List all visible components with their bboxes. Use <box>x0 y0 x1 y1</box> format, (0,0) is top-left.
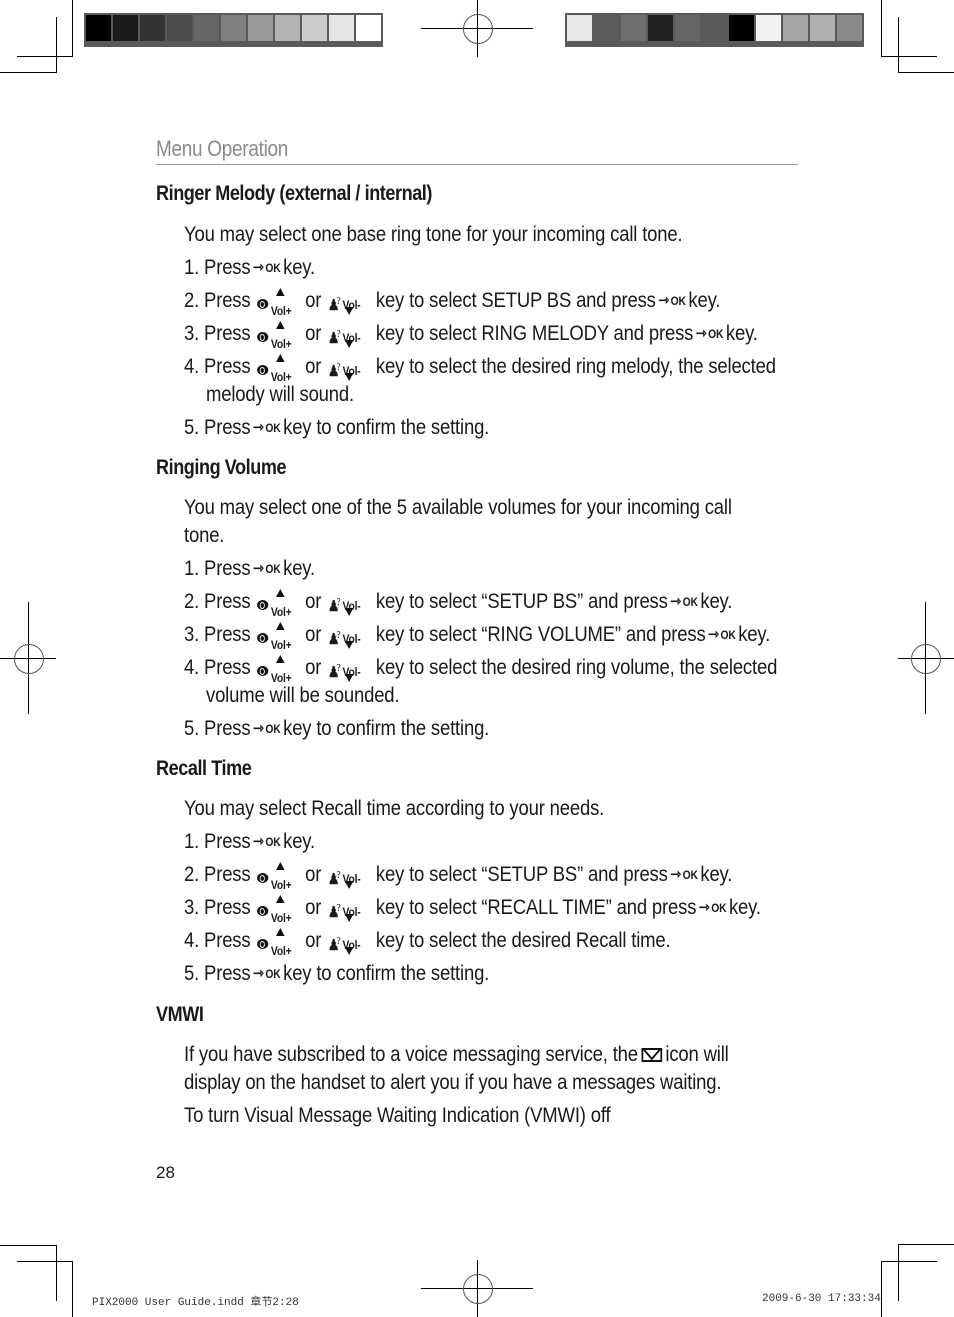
intro-ringer-melody: You may select one base ring tone for yo… <box>184 222 683 246</box>
color-swatch <box>113 15 138 41</box>
slug-timestamp: 2009-6-30 17:33:34 <box>762 1293 881 1305</box>
vol-up-key-icon: Vol+ <box>257 288 298 318</box>
vmwi-instruction: To turn Visual Message Waiting Indicatio… <box>184 1103 611 1127</box>
intro-ringing-volume-line2: tone. <box>184 523 225 547</box>
vol-down-key-icon: ♟? Vol- <box>327 869 361 890</box>
step-2: 2. Press Vol+ or ♟? Vol- key to select SE… <box>184 288 721 319</box>
vol-up-key-icon: Vol+ <box>257 895 298 925</box>
vol-down-key-icon: ♟? Vol- <box>327 361 361 382</box>
ok-key-icon: ⇾ OK <box>253 560 281 578</box>
vol-down-key-icon: ♟? Vol- <box>327 935 361 956</box>
color-swatch <box>356 15 381 41</box>
vol-up-key-icon: Vol+ <box>257 589 298 619</box>
color-swatch <box>783 15 808 41</box>
vol-up-key-icon: Vol+ <box>257 622 298 652</box>
step-3: 3. Press Vol+ or ♟? Vol- key to select “R… <box>184 895 761 926</box>
vol-down-key-icon: ♟? Vol- <box>327 596 361 617</box>
color-swatch <box>302 15 327 41</box>
step-1: 1. Press ⇾ OK key. <box>184 827 315 856</box>
running-header: Menu Operation <box>156 136 798 165</box>
step-2: 2. Press Vol+ or ♟? Vol- key to select “S… <box>184 862 733 893</box>
vol-up-key-icon: Vol+ <box>257 321 298 351</box>
color-swatch <box>756 15 781 41</box>
color-swatch <box>648 15 673 41</box>
vol-down-key-icon: ♟? Vol- <box>327 295 361 316</box>
color-swatch <box>167 15 192 41</box>
vmwi-paragraph-line1: If you have subscribed to a voice messag… <box>184 1042 729 1066</box>
step-4: 4. Press Vol+ or ♟? Vol- key to select th… <box>184 928 671 959</box>
ok-key-icon: ⇾ OK <box>253 833 281 851</box>
step-3: 3. Press Vol+ or ♟? Vol- key to select “R… <box>184 622 771 653</box>
color-swatch <box>140 15 165 41</box>
tint-color-bar <box>565 13 864 47</box>
ok-key-icon: ⇾ OK <box>253 259 281 277</box>
color-swatch <box>567 15 592 41</box>
ok-key-icon: ⇾ OK <box>708 626 736 644</box>
color-swatch <box>221 15 246 41</box>
heading-ringer-melody: Ringer Melody (external / internal) <box>156 182 432 205</box>
step-5: 5. Press ⇾ OK key to confirm the setting. <box>184 714 489 743</box>
ok-key-icon: ⇾ OK <box>670 866 698 884</box>
vol-up-key-icon: Vol+ <box>257 655 298 685</box>
color-swatch <box>248 15 273 41</box>
color-swatch <box>594 15 619 41</box>
vmwi-paragraph-line2: display on the handset to alert you if y… <box>184 1070 722 1094</box>
heading-recall-time: Recall Time <box>156 757 252 780</box>
page-number: 28 <box>156 1163 175 1182</box>
vol-down-key-icon: ♟? Vol- <box>327 662 361 683</box>
grayscale-color-bar <box>84 13 383 47</box>
vol-down-key-icon: ♟? Vol- <box>327 902 361 923</box>
color-swatch <box>729 15 754 41</box>
ok-key-icon: ⇾ OK <box>695 325 724 343</box>
ok-key-icon: ⇾ OK <box>253 965 281 983</box>
step-5: 5. Press ⇾ OK key to confirm the setting. <box>184 959 489 988</box>
vol-up-key-icon: Vol+ <box>257 354 298 384</box>
heading-ringing-volume: Ringing Volume <box>156 456 287 479</box>
color-swatch <box>86 15 111 41</box>
ok-key-icon: ⇾ OK <box>658 292 686 310</box>
section-title: Menu Operation <box>156 136 289 161</box>
vol-down-key-icon: ♟? Vol- <box>327 328 361 349</box>
step-1: 1. Press ⇾ OK key. <box>184 554 315 583</box>
step-4: 4. Press Vol+ or ♟? Vol- key to select th… <box>184 655 778 686</box>
color-swatch <box>621 15 646 41</box>
vol-up-key-icon: Vol+ <box>257 928 298 958</box>
step-3: 3. Press Vol+ or ♟? Vol- key to select RI… <box>184 321 758 352</box>
color-swatch <box>702 15 727 41</box>
slug-file-info: PIX2000 User Guide.indd 章节2:28 <box>92 1297 299 1309</box>
step-4: 4. Press Vol+ or ♟? Vol- key to select th… <box>184 354 776 385</box>
envelope-icon <box>641 1048 662 1063</box>
color-swatch <box>675 15 700 41</box>
ok-key-icon: ⇾ OK <box>253 419 281 437</box>
intro-ringing-volume-line1: You may select one of the 5 available vo… <box>184 495 732 519</box>
color-swatch <box>275 15 300 41</box>
step-2: 2. Press Vol+ or ♟? Vol- key to select “S… <box>184 589 733 620</box>
ok-key-icon: ⇾ OK <box>698 899 727 917</box>
step-1: 1. Press ⇾ OK key. <box>184 253 315 282</box>
vol-up-key-icon: Vol+ <box>257 862 298 892</box>
vol-down-key-icon: ♟? Vol- <box>327 629 361 650</box>
step-4-continued: volume will be sounded. <box>206 683 400 707</box>
intro-recall-time: You may select Recall time according to … <box>184 796 605 820</box>
heading-vmwi: VMWI <box>156 1003 204 1026</box>
step-5: 5. Press ⇾ OK key to confirm the setting. <box>184 413 489 442</box>
color-swatch <box>329 15 354 41</box>
color-swatch <box>194 15 219 41</box>
ok-key-icon: ⇾ OK <box>253 720 281 738</box>
color-swatch <box>810 15 835 41</box>
color-swatch <box>837 15 862 41</box>
step-4-continued: melody will sound. <box>206 382 354 406</box>
ok-key-icon: ⇾ OK <box>670 593 698 611</box>
